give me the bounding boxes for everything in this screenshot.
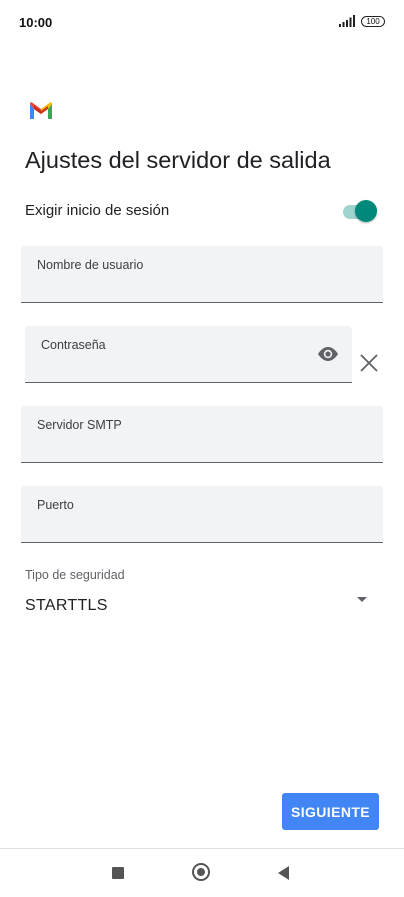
recents-square-icon[interactable] [112,867,124,879]
home-circle-icon[interactable] [192,863,210,881]
status-bar: 10:00 100 [0,0,404,46]
gmail-logo-icon [30,102,52,119]
port-label: Puerto [37,498,74,512]
security-type-value[interactable]: STARTTLS [25,597,108,615]
smtp-server-label: Servidor SMTP [37,418,122,432]
login-required-label: Exigir inicio de sesión [25,202,170,219]
eye-icon[interactable] [316,345,340,363]
username-field[interactable]: Nombre de usuario [21,246,383,303]
username-label: Nombre de usuario [37,258,144,272]
battery-level: 100 [366,17,380,26]
password-field[interactable]: Contraseña [25,326,352,383]
status-time: 10:00 [19,15,53,30]
dropdown-arrow-icon[interactable] [357,597,367,602]
password-label: Contraseña [41,338,106,352]
signal-icon [339,15,355,27]
toggle-thumb[interactable] [355,200,377,222]
close-icon[interactable] [358,352,380,374]
battery-icon: 100 [361,16,385,27]
next-button[interactable]: SIGUIENTE [282,793,379,830]
smtp-server-field[interactable]: Servidor SMTP [21,406,383,463]
login-required-row: Exigir inicio de sesión [25,200,379,224]
page-title: Ajustes del servidor de salida [25,147,331,173]
security-type-label: Tipo de seguridad [25,568,125,582]
back-triangle-icon[interactable] [278,866,289,880]
port-field[interactable]: Puerto [21,486,383,543]
system-nav-bar [0,849,404,897]
